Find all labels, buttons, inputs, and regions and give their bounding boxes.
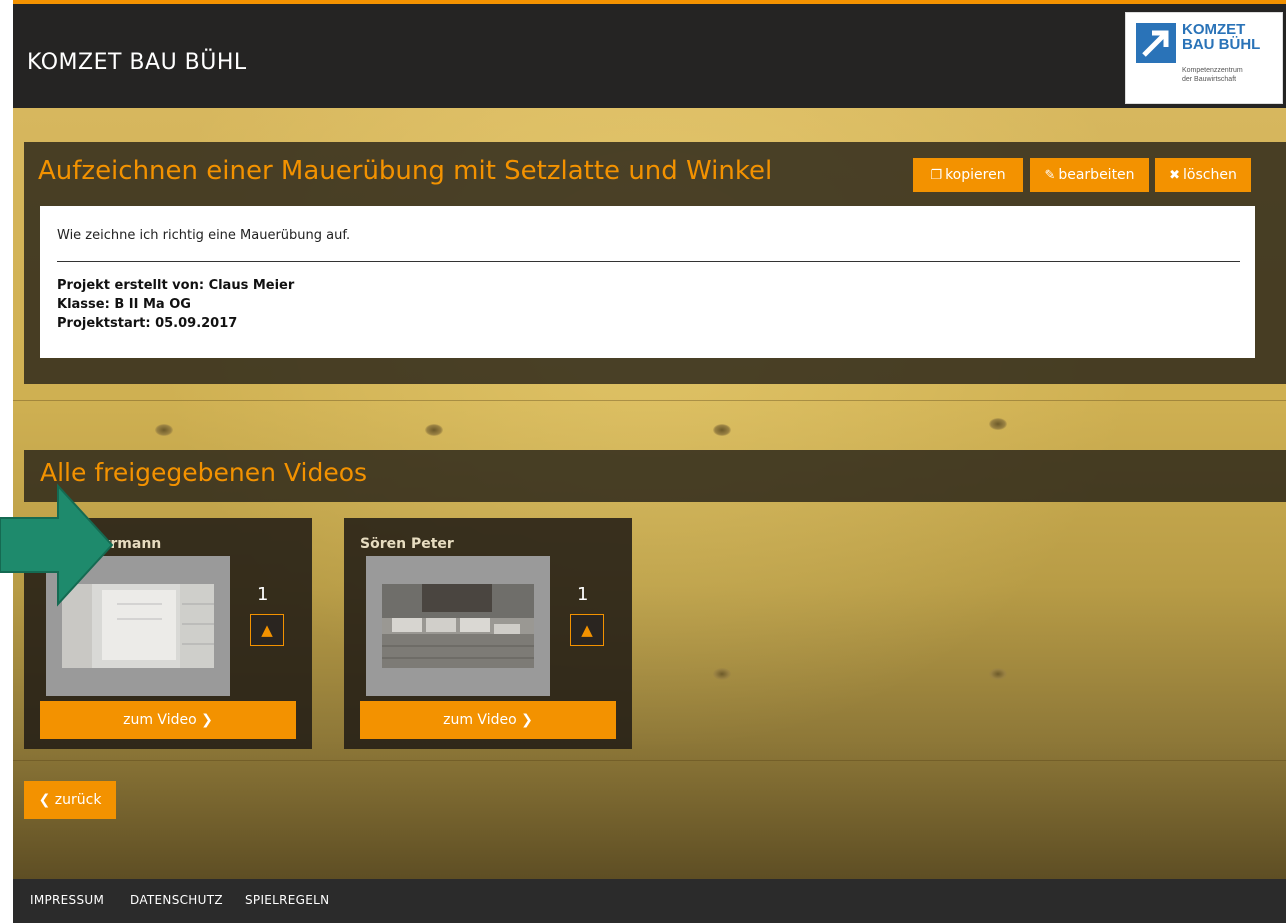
copy-button[interactable]: ❐ kopieren xyxy=(913,158,1023,192)
thumbs-up-icon: ▲ xyxy=(581,621,593,639)
watch-video-button[interactable]: zum Video ❯ xyxy=(40,701,296,739)
divider xyxy=(57,261,1240,262)
video-card: Sören Peter 1 ▲ zum Video ❯ xyxy=(344,518,632,749)
logo[interactable]: KOMZET BAU BÜHL Kompetenzzentrum der Bau… xyxy=(1125,12,1283,104)
wall-bolt xyxy=(155,424,173,436)
like-button[interactable]: ▲ xyxy=(250,614,284,646)
site-header: KOMZET BAU BÜHL KOMZET BAU BÜHL Kompeten… xyxy=(13,0,1286,108)
footer-link-datenschutz[interactable]: DATENSCHUTZ xyxy=(130,893,223,907)
project-start: Projektstart: 05.09.2017 xyxy=(57,316,238,331)
project-panel: Aufzeichnen einer Mauerübung mit Setzlat… xyxy=(24,142,1286,384)
video-author: Sören Peter xyxy=(360,536,454,552)
project-title: Aufzeichnen einer Mauerübung mit Setzlat… xyxy=(38,156,773,186)
highlight-arrow-icon xyxy=(0,483,114,607)
edit-button-label: bearbeiten xyxy=(1058,167,1135,183)
project-info-box: Wie zeichne ich richtig eine Mauerübung … xyxy=(40,206,1255,358)
footer-link-impressum[interactable]: IMPRESSUM xyxy=(30,893,104,907)
like-count: 1 xyxy=(577,584,589,605)
site-title[interactable]: KOMZET BAU BÜHL xyxy=(27,50,247,75)
wall-bolt xyxy=(989,668,1007,680)
wall-bolt xyxy=(989,418,1007,430)
wall-seam xyxy=(13,400,1286,401)
site-footer: IMPRESSUM DATENSCHUTZ SPIELREGELN xyxy=(13,879,1286,923)
pencil-icon: ✎ xyxy=(1044,168,1056,183)
thumbs-up-icon: ▲ xyxy=(261,621,273,639)
watch-video-label: zum Video xyxy=(443,712,517,728)
like-button[interactable]: ▲ xyxy=(570,614,604,646)
footer-link-spielregeln[interactable]: SPIELREGELN xyxy=(245,893,329,907)
logo-text-3: Kompetenzzentrum xyxy=(1182,67,1243,74)
wall-bolt xyxy=(425,424,443,436)
wall-bolt xyxy=(713,424,731,436)
floor-seam xyxy=(13,760,1286,761)
chevron-right-icon: ❯ xyxy=(201,712,213,728)
project-description: Wie zeichne ich richtig eine Mauerübung … xyxy=(57,228,351,243)
video-thumbnail-image xyxy=(382,584,534,668)
project-class: Klasse: B II Ma OG xyxy=(57,297,191,312)
project-creator: Projekt erstellt von: Claus Meier xyxy=(57,278,295,293)
chevron-right-icon: ❯ xyxy=(521,712,533,728)
chevron-left-icon: ❮ xyxy=(38,792,55,808)
back-button[interactable]: ❮ zurück xyxy=(24,781,116,819)
times-icon: ✖ xyxy=(1169,168,1181,183)
logo-arrow-icon xyxy=(1136,23,1176,63)
logo-text-2: BAU BÜHL xyxy=(1182,36,1261,53)
copy-button-label: kopieren xyxy=(945,167,1006,183)
edit-button[interactable]: ✎ bearbeiten xyxy=(1030,158,1149,192)
delete-button-label: löschen xyxy=(1183,167,1237,183)
copy-icon: ❐ xyxy=(930,168,943,183)
back-button-label: zurück xyxy=(54,792,102,808)
logo-text-4: der Bauwirtschaft xyxy=(1182,76,1237,83)
videos-section-header: Alle freigegebenen Videos xyxy=(24,450,1286,502)
like-count: 1 xyxy=(257,584,269,605)
video-thumbnail[interactable] xyxy=(366,556,550,696)
page-edge xyxy=(0,0,13,923)
watch-video-button[interactable]: zum Video ❯ xyxy=(360,701,616,739)
logo-text-1: KOMZET xyxy=(1182,21,1246,38)
wall-bolt xyxy=(713,668,731,680)
watch-video-label: zum Video xyxy=(123,712,197,728)
delete-button[interactable]: ✖ löschen xyxy=(1155,158,1251,192)
